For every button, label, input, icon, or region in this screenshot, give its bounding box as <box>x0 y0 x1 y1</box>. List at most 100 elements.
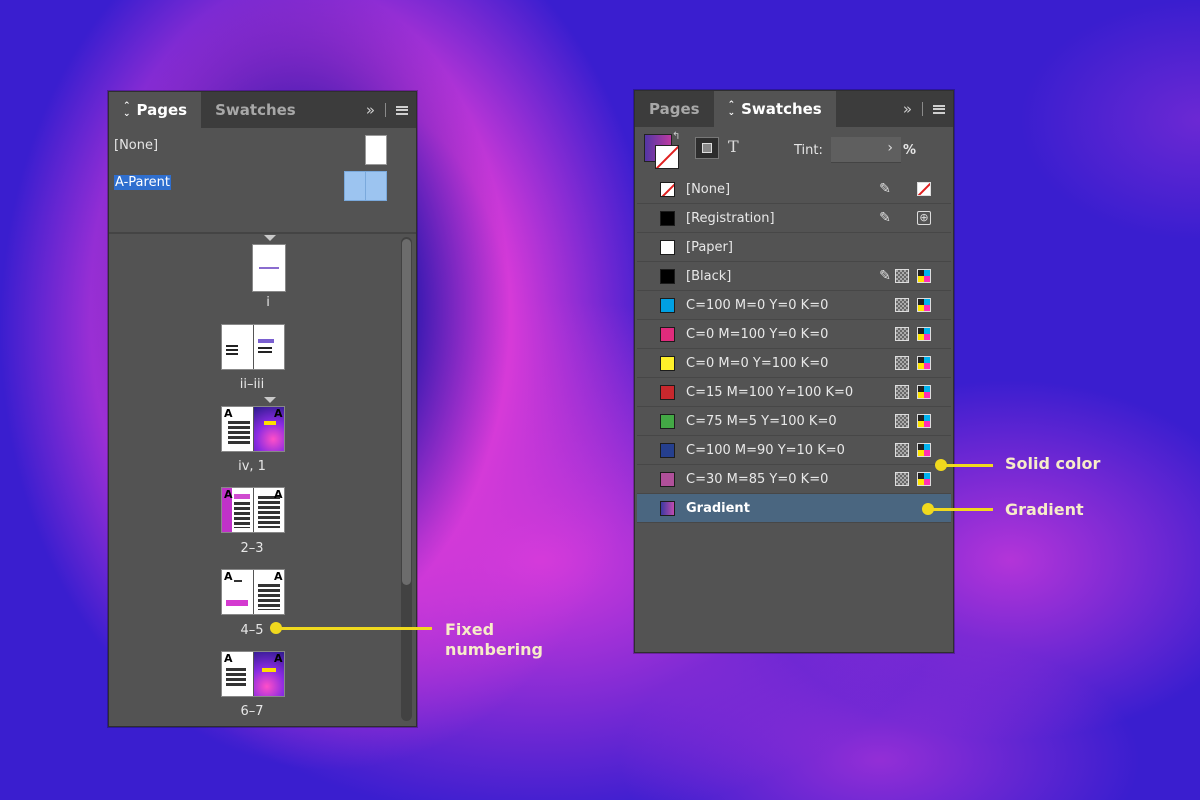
parent-pages-section: [None] A-Parent <box>109 128 416 234</box>
swatch-name: [Registration] <box>686 210 775 226</box>
applied-parent-prefix: A <box>274 570 283 583</box>
tab-label: Pages <box>136 101 188 119</box>
swatch-row[interactable]: C=75 M=5 Y=100 K=0 <box>637 407 951 436</box>
callout-gradient: Gradient <box>1005 500 1084 519</box>
swatch-name: [Black] <box>686 268 732 284</box>
parent-label: A-Parent <box>114 175 171 190</box>
cmyk-mode-icon <box>917 385 931 399</box>
applied-parent-prefix: A <box>224 488 233 501</box>
parent-thumbnail-none[interactable] <box>365 135 387 165</box>
process-color-icon <box>895 414 909 428</box>
page-thumbnail-4-5[interactable]: A A <box>221 569 285 615</box>
applied-parent-prefix: A <box>274 652 283 665</box>
panel-menu-icon[interactable] <box>933 104 945 114</box>
swatch-name: Gradient <box>686 500 750 516</box>
process-color-icon <box>895 327 909 341</box>
collapse-icon[interactable]: » <box>366 101 375 119</box>
parent-item-a-parent[interactable]: A-Parent <box>114 175 171 190</box>
swatch-row[interactable]: [Black] ✎ <box>637 262 951 291</box>
tab-label: Swatches <box>215 101 296 119</box>
no-edit-pencil-icon: ✎ <box>879 210 891 226</box>
swatch-row[interactable]: C=100 M=0 Y=0 K=0 <box>637 291 951 320</box>
spine <box>253 407 254 451</box>
thumb-content <box>258 584 280 610</box>
parent-thumbnail-a-right[interactable] <box>365 171 387 201</box>
swatch-row[interactable]: C=0 M=100 Y=0 K=0 <box>637 320 951 349</box>
panel-menu-icon[interactable] <box>396 105 408 115</box>
swatch-row[interactable]: C=15 M=100 Y=100 K=0 <box>637 378 951 407</box>
page-label: i <box>266 295 270 310</box>
swatch-name: [None] <box>686 181 731 197</box>
swatches-panel-tabbar: Pages ⌃ ⌄ Swatches » <box>635 91 953 127</box>
thumb-content <box>234 580 242 582</box>
none-swatch-icon <box>917 182 931 196</box>
swatch-color-chip <box>660 181 675 197</box>
parent-item-none[interactable]: [None] <box>114 138 158 153</box>
swatch-color-chip <box>660 297 675 313</box>
swatch-name: C=15 M=100 Y=100 K=0 <box>686 384 854 400</box>
stroke-swatch[interactable] <box>655 145 679 169</box>
cmyk-mode-icon <box>917 327 931 341</box>
cmyk-mode-icon <box>917 414 931 428</box>
thumb-content <box>234 494 250 499</box>
registration-icon: ⊕ <box>917 211 931 225</box>
callout-line <box>928 508 993 511</box>
thumb-content <box>226 345 238 357</box>
thumb-content <box>226 668 246 688</box>
swatches-panel: Pages ⌃ ⌄ Swatches » ↰ T Tint: › % [None]… <box>634 90 954 653</box>
swatch-row[interactable]: [Paper] <box>637 233 951 262</box>
page-thumbnail-2-3[interactable]: A A <box>221 487 285 533</box>
current-section-marker-icon <box>264 235 276 241</box>
scrollbar-thumb[interactable] <box>402 239 411 585</box>
chevron-right-icon[interactable]: › <box>887 140 893 156</box>
tab-swatches[interactable]: ⌃ ⌄ Swatches <box>713 91 836 127</box>
tint-input[interactable]: › <box>831 137 901 163</box>
swatch-row[interactable]: C=30 M=85 Y=0 K=0 <box>637 465 951 494</box>
swatch-row[interactable]: [Registration] ✎ ⊕ <box>637 204 951 233</box>
applied-parent-prefix: A <box>224 652 233 665</box>
tab-pages[interactable]: ⌃ ⌄ Pages <box>109 92 202 128</box>
swatch-name: C=100 M=0 Y=0 K=0 <box>686 297 829 313</box>
sort-arrows-icon: ⌃ ⌄ <box>123 101 131 119</box>
swatch-name: C=0 M=0 Y=100 K=0 <box>686 355 829 371</box>
thumb-content <box>226 600 248 606</box>
formatting-text-icon[interactable]: T <box>728 137 739 156</box>
swap-icon[interactable]: ↰ <box>672 131 680 142</box>
tab-swatches[interactable]: Swatches <box>201 92 310 128</box>
cmyk-mode-icon <box>917 443 931 457</box>
page-thumbnail-i[interactable] <box>252 244 286 292</box>
pages-panel: ⌃ ⌄ Pages Swatches » [None] A-Parent i i… <box>108 91 417 727</box>
page-thumbnail-iv-1[interactable]: A A <box>221 406 285 452</box>
tab-pages[interactable]: Pages <box>635 91 714 127</box>
thumb-content <box>262 668 276 672</box>
process-color-icon <box>895 385 909 399</box>
swatch-color-chip <box>660 442 675 458</box>
current-section-marker-icon <box>264 397 276 403</box>
applied-parent-prefix: A <box>224 570 233 583</box>
cmyk-mode-icon <box>917 269 931 283</box>
tab-label: Swatches <box>741 100 822 118</box>
parent-label: [None] <box>114 138 159 153</box>
pages-scrollbar[interactable] <box>401 237 412 721</box>
spine <box>253 570 254 614</box>
collapse-icon[interactable]: » <box>903 100 912 118</box>
page-label: iv, 1 <box>238 459 266 474</box>
tint-unit: % <box>903 143 917 158</box>
swatch-name: C=0 M=100 Y=0 K=0 <box>686 326 829 342</box>
formatting-container-button[interactable] <box>695 137 719 159</box>
swatch-color-chip <box>660 268 675 284</box>
swatch-row[interactable]: Gradient <box>637 494 951 523</box>
thumb-content <box>228 421 250 445</box>
swatch-row[interactable]: [None] ✎ <box>637 175 951 204</box>
swatch-color-chip <box>660 471 675 487</box>
swatch-name: C=100 M=90 Y=10 K=0 <box>686 442 845 458</box>
swatch-row[interactable]: C=0 M=0 Y=100 K=0 <box>637 349 951 378</box>
callout-solid-color: Solid color <box>1005 454 1101 473</box>
spine <box>253 325 254 369</box>
page-thumbnail-ii-iii[interactable] <box>221 324 285 370</box>
parent-thumbnail-a-left[interactable] <box>344 171 366 201</box>
thumb-content <box>258 339 274 343</box>
page-thumbnail-6-7[interactable]: A A <box>221 651 285 697</box>
swatch-row[interactable]: C=100 M=90 Y=10 K=0 <box>637 436 951 465</box>
cmyk-mode-icon <box>917 472 931 486</box>
